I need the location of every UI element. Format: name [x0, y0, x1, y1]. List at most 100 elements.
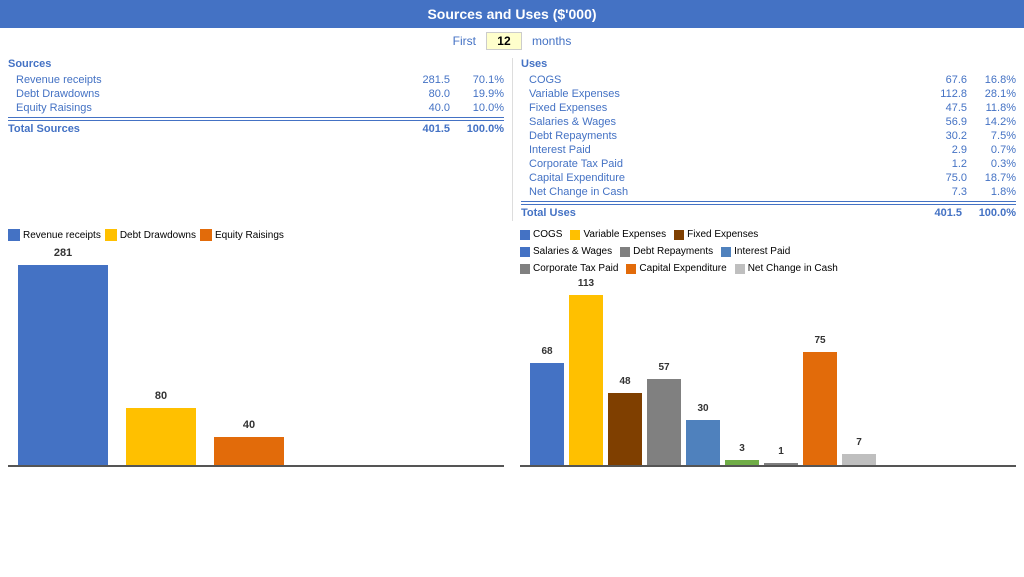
row-label: Revenue receipts [8, 74, 404, 86]
uses-panel: Uses COGS 67.6 16.8% Variable Expenses 1… [512, 58, 1016, 221]
bar-container: 3 [725, 460, 759, 465]
legend-label: Variable Expenses [583, 229, 666, 240]
bar-group: 7 [842, 454, 876, 465]
row-value: 56.9 [926, 116, 971, 128]
bar-group: 1 [764, 463, 798, 465]
bar-group: 40 [214, 437, 284, 465]
uses-row: Salaries & Wages 56.9 14.2% [521, 115, 1016, 129]
row-pct: 19.9% [454, 88, 504, 100]
right-bar-chart: 68 113 48 57 30 3 1 [520, 282, 1016, 467]
bar-container: 57 [647, 379, 681, 465]
row-label: Salaries & Wages [521, 116, 926, 128]
page-title: Sources and Uses ($'000) [0, 0, 1024, 28]
legend-item: Interest Paid [721, 246, 790, 257]
row-pct: 16.8% [971, 74, 1016, 86]
bar-group: 113 [569, 295, 603, 465]
sources-row: Revenue receipts 281.5 70.1% [8, 73, 504, 87]
sources-rows: Revenue receipts 281.5 70.1% Debt Drawdo… [8, 73, 504, 115]
row-pct: 0.7% [971, 144, 1016, 156]
uses-row: Corporate Tax Paid 1.2 0.3% [521, 157, 1016, 171]
legend-label: Interest Paid [734, 246, 790, 257]
legend-item: COGS [520, 229, 562, 240]
legend-color [674, 230, 684, 240]
row-label: Net Change in Cash [521, 186, 926, 198]
bar-container: 68 [530, 363, 564, 465]
legend-label: Debt Repayments [633, 246, 713, 257]
legend-label: Debt Drawdowns [120, 230, 196, 241]
row-pct: 18.7% [971, 172, 1016, 184]
sources-row: Equity Raisings 40.0 10.0% [8, 101, 504, 115]
legend-item: Net Change in Cash [735, 263, 838, 274]
uses-total-label: Total Uses [521, 207, 916, 219]
legend-color [721, 247, 731, 257]
legend-item: Revenue receipts [8, 229, 101, 241]
bar [647, 379, 681, 465]
row-value: 2.9 [926, 144, 971, 156]
legend-color [105, 229, 117, 241]
bar [803, 352, 837, 465]
row-value: 1.2 [926, 158, 971, 170]
bar [126, 408, 196, 465]
bar-container: 75 [803, 352, 837, 465]
row-pct: 11.8% [971, 102, 1016, 114]
row-label: Capital Expenditure [521, 172, 926, 184]
row-pct: 10.0% [454, 102, 504, 114]
legend-color [8, 229, 20, 241]
legend-item: Equity Raisings [200, 229, 284, 241]
bar-container: 281 [18, 265, 108, 465]
bar-container: 40 [214, 437, 284, 465]
legend-color [735, 264, 745, 274]
row-value: 47.5 [926, 102, 971, 114]
months-input[interactable]: 12 [486, 32, 522, 50]
legend-item: Variable Expenses [570, 229, 666, 240]
bar-group: 48 [608, 393, 642, 465]
row-label: COGS [521, 74, 926, 86]
bar-group: 3 [725, 460, 759, 465]
uses-rows: COGS 67.6 16.8% Variable Expenses 112.8 … [521, 73, 1016, 199]
legend-label: COGS [533, 229, 562, 240]
uses-total-value: 401.5 [916, 207, 966, 219]
legend-label: Salaries & Wages [533, 246, 612, 257]
legend-color [626, 264, 636, 274]
uses-row: Net Change in Cash 7.3 1.8% [521, 185, 1016, 199]
row-pct: 14.2% [971, 116, 1016, 128]
bar [842, 454, 876, 465]
legend-label: Revenue receipts [23, 230, 101, 241]
uses-total-row: Total Uses 401.5 100.0% [521, 204, 1016, 221]
row-pct: 28.1% [971, 88, 1016, 100]
left-legend: Revenue receipts Debt Drawdowns Equity Rai… [8, 229, 504, 241]
bar-container: 80 [126, 408, 196, 465]
row-label: Debt Drawdowns [8, 88, 404, 100]
bar [569, 295, 603, 465]
legend-label: Equity Raisings [215, 230, 284, 241]
sources-header: Sources [8, 58, 504, 70]
bar-group: 281 [18, 265, 108, 465]
bar-value-label: 75 [814, 335, 825, 346]
row-pct: 7.5% [971, 130, 1016, 142]
row-value: 75.0 [926, 172, 971, 184]
legend-color [520, 230, 530, 240]
legend-item: Capital Expenditure [626, 263, 726, 274]
bar-value-label: 57 [658, 362, 669, 373]
months-label-pre: First [453, 34, 476, 48]
bar-value-label: 113 [578, 278, 594, 289]
legend-color [620, 247, 630, 257]
bar-container: 7 [842, 454, 876, 465]
sources-total-pct: 100.0% [454, 123, 504, 135]
legend-item: Corporate Tax Paid [520, 263, 618, 274]
uses-row: Variable Expenses 112.8 28.1% [521, 87, 1016, 101]
bar-value-label: 7 [856, 437, 862, 448]
bar-group: 57 [647, 379, 681, 465]
bar-group: 80 [126, 408, 196, 465]
uses-row: Fixed Expenses 47.5 11.8% [521, 101, 1016, 115]
left-chart: Revenue receipts Debt Drawdowns Equity Rai… [8, 229, 512, 511]
row-value: 7.3 [926, 186, 971, 198]
bar [764, 463, 798, 465]
row-value: 80.0 [404, 88, 454, 100]
legend-item: Fixed Expenses [674, 229, 758, 240]
months-label-post: months [532, 34, 571, 48]
bar-value-label: 80 [155, 390, 167, 402]
row-value: 112.8 [926, 88, 971, 100]
legend-color [570, 230, 580, 240]
legend-item: Salaries & Wages [520, 246, 612, 257]
